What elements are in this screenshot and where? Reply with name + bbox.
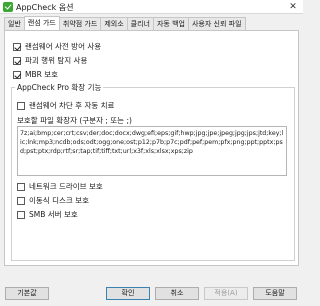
checkbox-label: 네트워크 드라이브 보호: [29, 182, 103, 191]
apply-button: 적용(A): [204, 287, 248, 300]
cancel-button[interactable]: 취소: [155, 287, 199, 300]
tab-ransom-guard[interactable]: 랜섬 가드: [23, 16, 60, 30]
checkbox-box[interactable]: [17, 182, 25, 191]
checkbox-label: SMB 서버 보호: [29, 210, 78, 219]
tab-vulnerability-guard[interactable]: 취약점 가드: [58, 17, 102, 30]
checkbox-box[interactable]: [17, 196, 25, 205]
mbr-protect-checkbox[interactable]: MBR 보호: [13, 69, 58, 80]
disk-destruction-checkbox[interactable]: 파괴 행위 탐지 사용: [13, 55, 87, 66]
title-bar: AppCheck 옵션 ✕: [0, 0, 303, 14]
ransom-guard-panel: 랜섬웨어 사전 방어 사용 파괴 행위 탐지 사용 MBR 보호 AppChec…: [4, 30, 299, 266]
checkbox-label: 랜섬웨어 차단 후 자동 치료: [29, 101, 115, 110]
prevent-ransomware-checkbox[interactable]: 랜섬웨어 사전 방어 사용: [13, 41, 101, 52]
tab-trusted-files[interactable]: 사용자 신뢰 파일: [187, 17, 246, 30]
checkbox-box[interactable]: [13, 42, 21, 51]
checkbox-box[interactable]: [13, 56, 21, 65]
checkbox-label: 파괴 행위 탐지 사용: [25, 56, 88, 65]
window-title: AppCheck 옵션: [16, 3, 74, 12]
checkbox-label: 랜섬웨어 사전 방어 사용: [25, 42, 102, 51]
checkbox-label: MBR 보호: [25, 70, 59, 79]
checkbox-box[interactable]: [17, 101, 25, 110]
tab-exclusions[interactable]: 제외소: [100, 17, 128, 30]
smb-server-checkbox[interactable]: SMB 서버 보호: [17, 209, 78, 220]
tab-general[interactable]: 일반: [4, 17, 25, 30]
network-drive-checkbox[interactable]: 네트워크 드라이브 보호: [17, 181, 103, 192]
defaults-button[interactable]: 기본값: [5, 287, 49, 300]
auto-block-checkbox[interactable]: 랜섬웨어 차단 후 자동 치료: [17, 100, 114, 111]
checkbox-box[interactable]: [17, 210, 25, 219]
group-title: AppCheck Pro 확장 기능: [15, 82, 104, 93]
close-button[interactable]: ✕: [283, 0, 303, 14]
tab-cleaner[interactable]: 클리너: [126, 17, 154, 30]
checkbox-label: 이동식 디스크 보호: [29, 196, 89, 205]
tab-bar: 일반 랜섬 가드 취약점 가드 제외소 클리너 자동 백업 사용자 신뢰 파일: [4, 16, 246, 30]
help-button[interactable]: 도움말: [253, 287, 297, 300]
extensions-textarea[interactable]: 7z;ai;bmp;cer;crt;csv;der;doc;docx;dwg;e…: [17, 126, 287, 176]
ok-button[interactable]: 확인: [106, 287, 150, 300]
appcheck-icon: [3, 2, 13, 12]
tab-auto-backup[interactable]: 자동 백업: [152, 17, 189, 30]
checkbox-box[interactable]: [13, 70, 21, 79]
extensions-label: 보호할 파일 확장자 (구분자 ; 또는 ;): [17, 116, 132, 125]
removable-disk-checkbox[interactable]: 이동식 디스크 보호: [17, 195, 89, 206]
